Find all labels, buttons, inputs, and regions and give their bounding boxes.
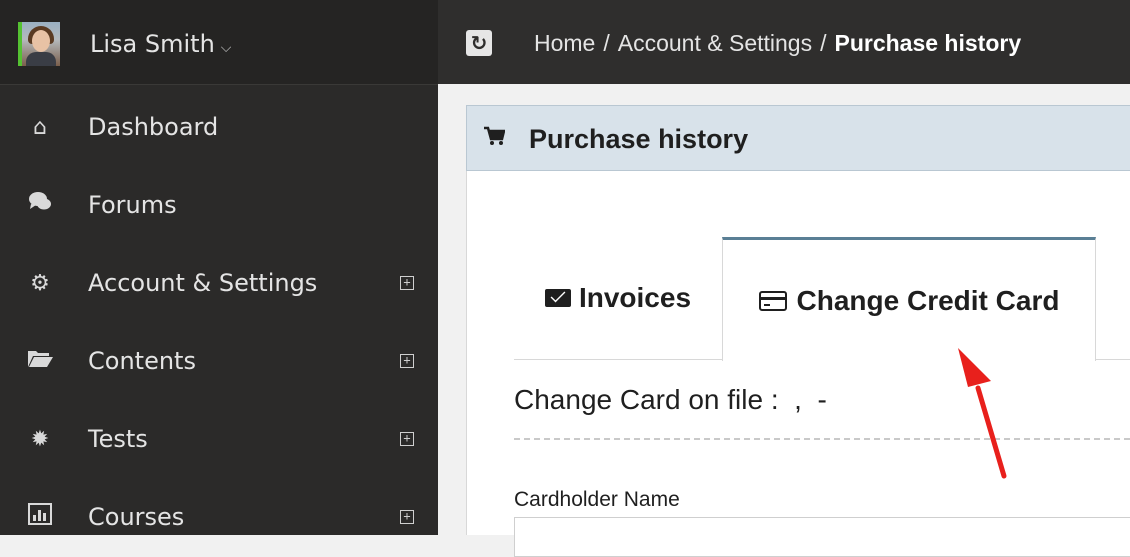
breadcrumb-current: Purchase history — [834, 30, 1022, 56]
expand-icon[interactable]: + — [400, 276, 414, 290]
tab-invoices[interactable]: Invoices — [514, 237, 722, 359]
tab-label: Change Credit Card — [796, 284, 1060, 316]
breadcrumb-separator: / — [603, 30, 610, 56]
credit-card-icon — [758, 290, 787, 311]
user-name: Lisa Smith — [90, 30, 215, 58]
cardholder-name-input[interactable] — [514, 517, 1130, 557]
avatar — [22, 22, 60, 66]
sidebar-item-contents[interactable]: Contents + — [0, 322, 438, 400]
sidebar-item-label: Courses — [88, 503, 185, 531]
change-card-heading: Change Card on file : , - — [514, 384, 827, 415]
user-menu[interactable]: Lisa Smith ⌵ — [0, 0, 438, 85]
page-title: Purchase history — [529, 124, 749, 154]
gear-icon: ⚙ — [30, 270, 50, 296]
comments-icon — [24, 191, 56, 219]
sidebar-item-tests[interactable]: ✹ Tests + — [0, 400, 438, 478]
sidebar-item-label: Tests — [88, 425, 148, 453]
breadcrumb: Home / Account & Settings / Purchase history — [534, 30, 1021, 57]
bar-chart-icon — [24, 503, 56, 531]
top-bar: ↻ Home / Account & Settings / Purchase histo… — [438, 0, 1130, 84]
sidebar-item-account-settings[interactable]: ⚙ Account & Settings + — [0, 244, 438, 322]
tab-change-credit-card[interactable]: Change Credit Card — [722, 237, 1096, 361]
sidebar-item-courses[interactable]: Courses + — [0, 478, 438, 556]
breadcrumb-separator: / — [820, 30, 827, 56]
sidebar-item-label: Dashboard — [88, 113, 219, 141]
expand-icon[interactable]: + — [400, 510, 414, 524]
sidebar-item-label: Forums — [88, 191, 177, 219]
refresh-icon[interactable]: ↻ — [466, 30, 492, 56]
panel-header: Purchase history — [466, 105, 1130, 171]
tab-label: Invoices — [578, 282, 692, 313]
dashed-divider — [514, 438, 1130, 440]
shopping-cart-icon — [483, 126, 506, 152]
folder-open-icon — [24, 348, 56, 374]
sidebar-item-forums[interactable]: Forums — [0, 166, 438, 244]
home-icon: ⌂ — [33, 114, 47, 140]
cardholder-name-label: Cardholder Name — [514, 488, 680, 511]
breadcrumb-home[interactable]: Home — [534, 30, 595, 56]
envelope-icon — [544, 289, 571, 307]
chevron-down-icon: ⌵ — [220, 40, 232, 56]
sidebar-item-label: Contents — [88, 347, 196, 375]
sidebar: Lisa Smith ⌵ ⌂ Dashboard Forums ⚙ Account… — [0, 0, 438, 535]
expand-icon[interactable]: + — [400, 354, 414, 368]
sidebar-item-label: Account & Settings — [88, 269, 318, 297]
badge-icon: ✹ — [30, 426, 50, 452]
online-status-indicator — [18, 22, 22, 66]
expand-icon[interactable]: + — [400, 432, 414, 446]
breadcrumb-account-settings[interactable]: Account & Settings — [618, 30, 812, 56]
sidebar-item-dashboard[interactable]: ⌂ Dashboard — [0, 88, 438, 166]
